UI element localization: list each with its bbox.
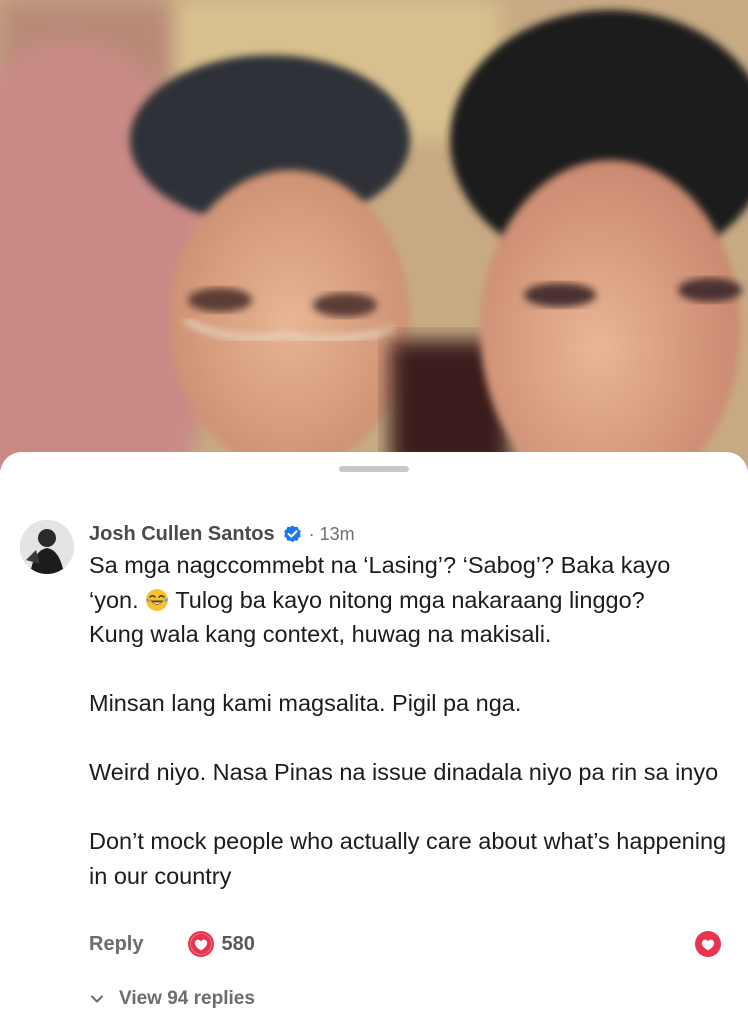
video-frame [0,0,748,470]
comment-header: Josh Cullen Santos · 13m [89,520,355,548]
like-count: 580 [221,932,255,955]
comment-paragraph: Don’t mock people who actually care abou… [89,828,727,889]
react-heart-button[interactable] [694,930,722,958]
sheet-drag-handle[interactable] [339,466,409,472]
view-replies-label: View 94 replies [119,988,255,1009]
comment-paragraph: Weird niyo. Nasa Pinas na issue dinadala… [89,759,719,785]
tears-of-joy-emoji-icon [145,587,169,611]
comment-actions: Reply 580 [89,930,255,958]
comment-paragraph: Minsan lang kami magsalita. Pigil pa nga… [89,690,522,716]
comment-paragraph: Sa mga nagccommebt na ‘Lasing’? ‘Sabog’?… [89,548,729,652]
view-replies-button[interactable]: View 94 replies [89,986,255,1012]
verified-badge-icon [282,524,303,545]
comment-text: Tulog ba kayo nitong mga nakaraang lingg… [169,586,645,613]
reply-button[interactable]: Reply [89,933,143,956]
like-count-badge[interactable]: 580 [187,930,255,958]
comments-sheet: Josh Cullen Santos · 13m Sa mga nagccomm… [0,452,748,1024]
comment-text: ‘yon. [89,586,146,613]
heart-icon [187,930,215,958]
comment-timestamp: · 13m [308,523,355,544]
comment-text: Sa mga nagccommebt na ‘Lasing’? ‘Sabog’?… [89,552,671,578]
avatar-image [20,520,74,574]
video-still-image [0,0,748,470]
chevron-down-icon [91,995,103,1003]
comment-text: Kung wala kang context, huwag na makisal… [89,621,552,647]
comment-body: Sa mga nagccommebt na ‘Lasing’? ‘Sabog’?… [89,548,729,893]
heart-icon [695,931,721,957]
comment-author[interactable]: Josh Cullen Santos [89,523,275,546]
avatar[interactable] [20,520,74,574]
